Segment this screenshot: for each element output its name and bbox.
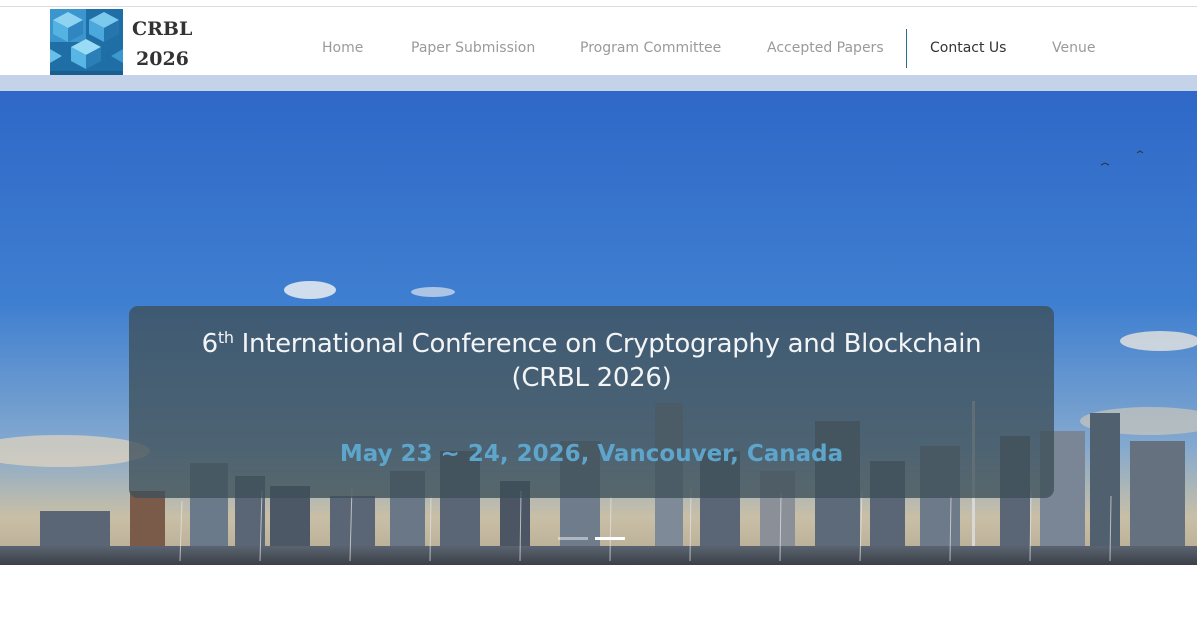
conference-title: 6th International Conference on Cryptogr… [129, 327, 1054, 395]
title-ordinal-suffix: th [217, 328, 234, 347]
carousel-indicators [558, 537, 626, 540]
nav-accepted-papers[interactable]: Accepted Papers [767, 40, 884, 56]
title-name: International Conference on Cryptography… [233, 329, 982, 359]
hero-caption: 6th International Conference on Cryptogr… [129, 306, 1054, 498]
nav-active-separator [906, 29, 907, 68]
conference-date-location: May 23 ~ 24, 2026, Vancouver, Canada [339, 441, 844, 467]
main-nav: Home Paper Submission Program Committee … [0, 0, 1197, 75]
carousel-indicator-2[interactable] [595, 537, 625, 540]
nav-home[interactable]: Home [322, 40, 363, 56]
nav-venue[interactable]: Venue [1052, 40, 1095, 56]
nav-contact-us[interactable]: Contact Us [930, 40, 1006, 56]
title-acronym: (CRBL 2026) [511, 363, 672, 393]
nav-program-committee[interactable]: Program Committee [580, 40, 721, 56]
carousel-indicator-1[interactable] [558, 537, 588, 540]
nav-paper-submission[interactable]: Paper Submission [411, 40, 535, 56]
header-band [0, 75, 1197, 91]
title-ordinal: 6 [201, 329, 219, 359]
